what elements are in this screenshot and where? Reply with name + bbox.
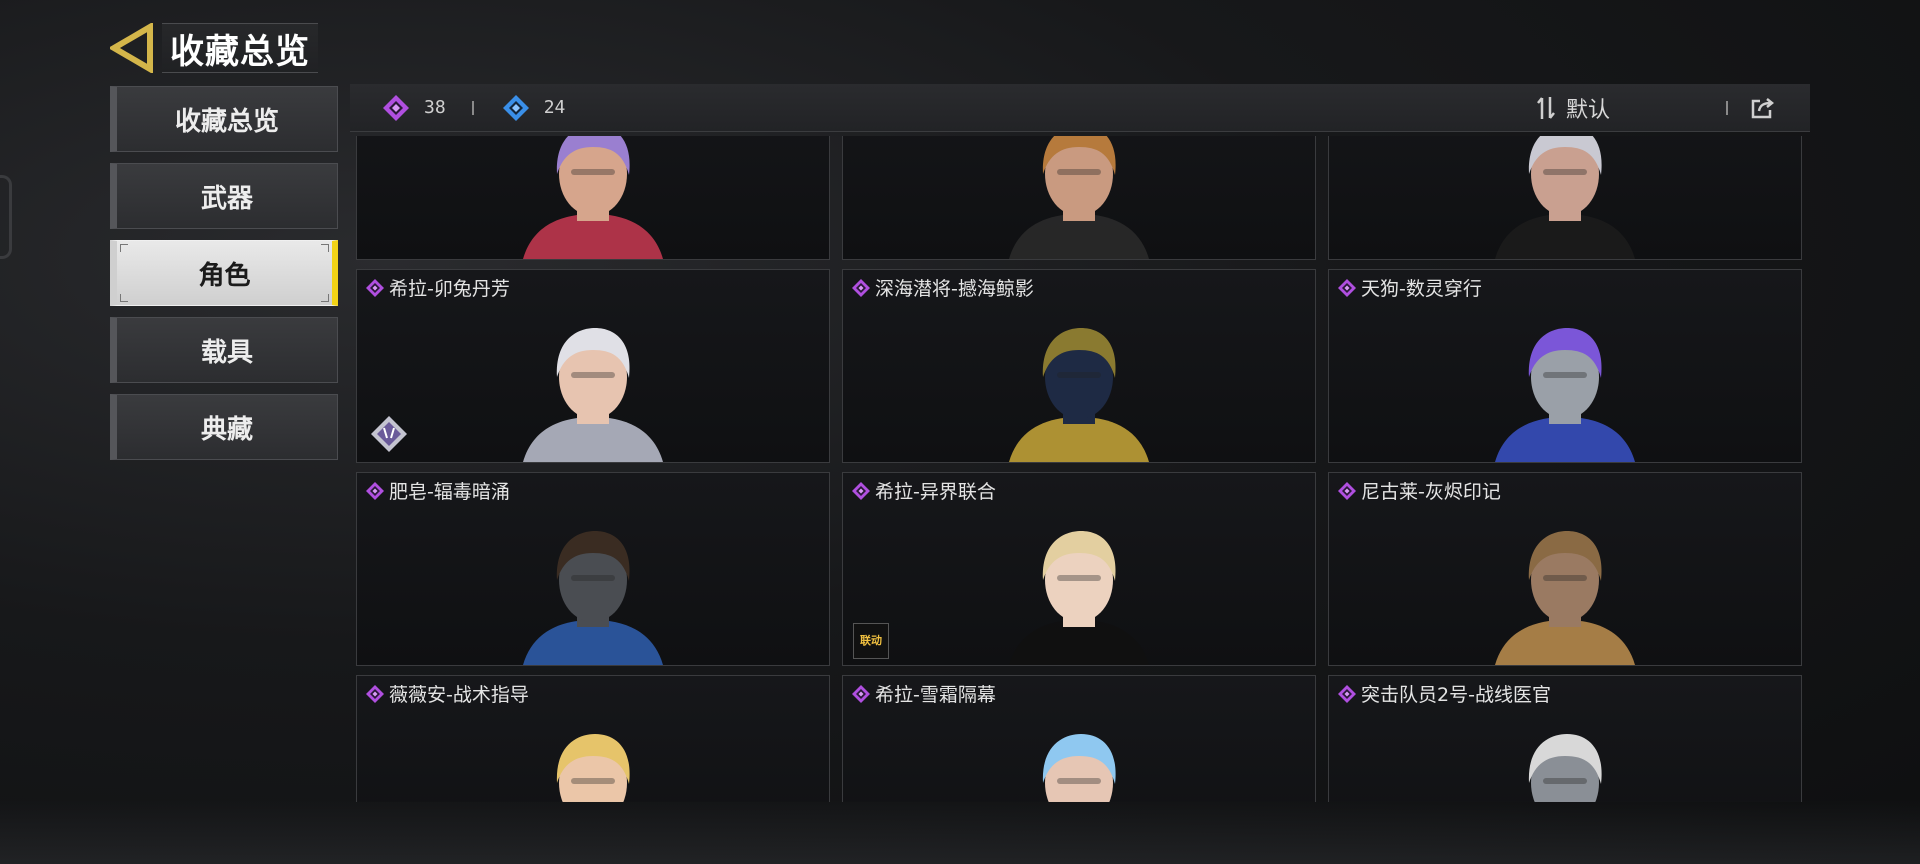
purple-diamond-icon [383, 94, 409, 121]
character-portrait [1495, 136, 1635, 259]
blue-rarity-stat[interactable]: 24 [502, 94, 566, 122]
character-card[interactable] [1328, 136, 1802, 260]
share-icon [1751, 98, 1775, 119]
card-title: 肥皂-辐毒暗涌 [365, 477, 510, 504]
character-card[interactable]: 希拉-卯兔丹芳 [356, 269, 830, 463]
sidebar-item-vehicles[interactable]: 载具 [110, 317, 338, 383]
sidebar: 收藏总览 武器 角色 载具 典藏 [110, 86, 338, 471]
character-card[interactable] [356, 136, 830, 260]
character-portrait [1495, 328, 1635, 462]
sort-arrows-icon [1537, 97, 1555, 119]
character-card[interactable]: 薇薇安-战术指导 [356, 675, 830, 802]
card-title: 希拉-卯兔丹芳 [365, 274, 510, 301]
header: 收藏总览 [110, 22, 318, 74]
purple-rarity-stat[interactable]: 38 [382, 94, 446, 122]
sidebar-item-overview[interactable]: 收藏总览 [110, 86, 338, 152]
sidebar-item-characters[interactable]: 角色 [110, 240, 338, 306]
card-name: 深海潜将-撼海鲸影 [875, 278, 1034, 300]
sidebar-item-label: 角色 [198, 260, 251, 291]
character-card[interactable]: 尼古莱-灰烬印记 [1328, 472, 1802, 666]
blue-diamond-icon [502, 94, 529, 121]
character-portrait [523, 136, 663, 259]
title-box: 收藏总览 [162, 23, 318, 73]
sidebar-item-weapons[interactable]: 武器 [110, 163, 338, 229]
share-button[interactable] [1748, 94, 1778, 122]
card-name: 肥皂-辐毒暗涌 [389, 481, 510, 503]
card-name: 希拉-卯兔丹芳 [389, 278, 510, 300]
purple-diamond-icon [852, 684, 870, 703]
bottom-glow [0, 800, 1920, 864]
character-card[interactable]: 深海潜将-撼海鲸影 [842, 269, 1316, 463]
purple-diamond-icon [366, 684, 384, 703]
sort-button[interactable]: 默认 [1536, 84, 1610, 132]
sort-label: 默认 [1566, 98, 1611, 123]
character-card[interactable]: 天狗-数灵穿行 [1328, 269, 1802, 463]
character-portrait [1042, 734, 1116, 802]
divider [1726, 101, 1728, 115]
card-title: 突击队员2号-战线医官 [1337, 680, 1551, 707]
edge-bracket [0, 175, 12, 259]
character-card[interactable] [842, 136, 1316, 260]
purple-diamond-icon [366, 481, 384, 500]
card-title: 薇薇安-战术指导 [365, 680, 529, 707]
sidebar-item-label: 典藏 [200, 414, 253, 445]
character-card[interactable]: 希拉-异界联合 联动 [842, 472, 1316, 666]
purple-diamond-icon [1338, 278, 1356, 297]
sidebar-item-label: 武器 [200, 183, 253, 214]
card-title: 希拉-异界联合 [851, 477, 996, 504]
character-portrait [1009, 328, 1149, 462]
character-card[interactable]: 希拉-雪霜隔幕 [842, 675, 1316, 802]
character-portrait [1009, 136, 1149, 259]
character-card[interactable]: 突击队员2号-战线医官 [1328, 675, 1802, 802]
card-name: 希拉-雪霜隔幕 [875, 684, 996, 706]
card-name: 天狗-数灵穿行 [1361, 278, 1482, 300]
purple-diamond-icon [366, 278, 384, 297]
character-portrait [1495, 531, 1635, 665]
card-name: 突击队员2号-战线医官 [1361, 684, 1551, 706]
purple-diamond-icon [1338, 684, 1356, 703]
character-portrait [1009, 531, 1149, 665]
purple-count: 38 [424, 97, 446, 118]
page-title: 收藏总览 [170, 31, 310, 72]
back-arrow-icon [110, 23, 153, 73]
card-title: 尼古莱-灰烬印记 [1337, 477, 1501, 504]
divider [471, 100, 474, 115]
rabbit-badge-icon [371, 416, 407, 452]
card-name: 希拉-异界联合 [875, 481, 996, 503]
character-portrait [523, 531, 663, 665]
character-portrait [556, 734, 630, 802]
sidebar-item-label: 载具 [200, 337, 253, 368]
card-name: 尼古莱-灰烬印记 [1361, 481, 1501, 503]
skin-grid[interactable]: 希拉-卯兔丹芳 深海潜将-撼海鲸影 天狗-数灵穿行 肥皂-辐毒暗涌 希拉-异界联… [356, 136, 1806, 802]
purple-diamond-icon [852, 481, 870, 500]
character-portrait [523, 328, 663, 462]
card-title: 希拉-雪霜隔幕 [851, 680, 996, 707]
back-button[interactable] [110, 22, 154, 74]
card-name: 薇薇安-战术指导 [389, 684, 529, 706]
card-title: 深海潜将-撼海鲸影 [851, 274, 1034, 301]
sidebar-item-collection[interactable]: 典藏 [110, 394, 338, 460]
character-portrait [1528, 734, 1602, 802]
card-title: 天狗-数灵穿行 [1337, 274, 1482, 301]
character-card[interactable]: 肥皂-辐毒暗涌 [356, 472, 830, 666]
sidebar-item-label: 收藏总览 [174, 106, 279, 137]
collab-badge: 联动 [853, 623, 889, 659]
purple-diamond-icon [1338, 481, 1356, 500]
purple-diamond-icon [852, 278, 870, 297]
filter-bar: 38 24 默认 [350, 84, 1810, 132]
blue-count: 24 [543, 97, 566, 118]
